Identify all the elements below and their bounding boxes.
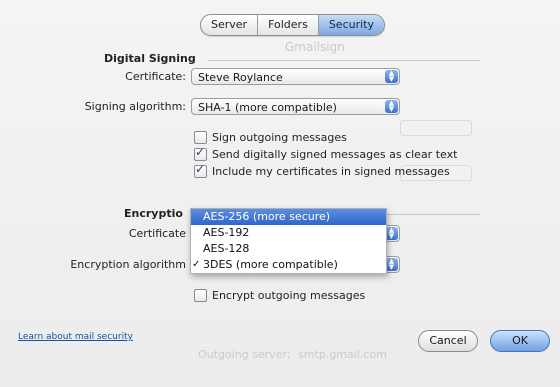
- checkbox-icon: [194, 289, 207, 302]
- encryption-title: Encryptio: [124, 207, 183, 220]
- encryption-algorithm-label: Encryption algorithm: [70, 258, 186, 271]
- ghost-label: Outgoing server:: [198, 348, 291, 361]
- clear-text-checkbox[interactable]: Send digitally signed messages as clear …: [194, 145, 458, 161]
- ok-button[interactable]: OK: [490, 330, 550, 352]
- popup-arrows-icon: ▲ ▼: [385, 70, 398, 83]
- cancel-button[interactable]: Cancel: [418, 330, 478, 352]
- checkbox-checked-icon: [194, 145, 207, 161]
- tab-folders[interactable]: Folders: [257, 15, 318, 35]
- menu-item-aes-128[interactable]: AES-128: [191, 241, 386, 257]
- tab-security[interactable]: Security: [317, 15, 384, 35]
- menu-item-label: 3DES (more compatible): [203, 258, 338, 271]
- menu-item-3des[interactable]: ✓ 3DES (more compatible): [191, 257, 386, 273]
- section-divider: [208, 60, 480, 61]
- signing-certificate-popup[interactable]: Steve Roylance ▲ ▼: [191, 68, 400, 85]
- learn-mail-security-link[interactable]: Learn about mail security: [18, 332, 133, 342]
- signing-certificate-label: Certificate:: [125, 70, 186, 83]
- ghost-heading: Gmailsign: [285, 40, 345, 54]
- checkbox-icon: [194, 131, 207, 144]
- tab-bar: Server Folders Security: [200, 14, 385, 36]
- checkbox-label: Encrypt outgoing messages: [212, 289, 366, 302]
- section-divider: [385, 214, 480, 215]
- checkbox-label: Sign outgoing messages: [212, 131, 347, 144]
- encryption-certificate-label: Certificate: [128, 227, 186, 240]
- digital-signing-title: Digital Signing: [104, 52, 196, 65]
- tab-server[interactable]: Server: [201, 15, 257, 35]
- menu-item-aes-192[interactable]: AES-192: [191, 225, 386, 241]
- encrypt-outgoing-checkbox[interactable]: Encrypt outgoing messages: [194, 289, 365, 302]
- popup-arrows-icon: ▲ ▼: [385, 100, 398, 113]
- signing-algorithm-label: Signing algorithm:: [84, 100, 186, 113]
- ghost-box: [400, 120, 472, 136]
- checkbox-label: Send digitally signed messages as clear …: [212, 148, 458, 161]
- checkbox-label: Include my certificates in signed messag…: [212, 165, 450, 178]
- signing-certificate-value: Steve Roylance: [198, 71, 283, 84]
- sign-outgoing-checkbox[interactable]: Sign outgoing messages: [194, 131, 347, 144]
- ghost-label: smtp.gmail.com: [298, 348, 387, 361]
- include-certificates-checkbox[interactable]: Include my certificates in signed messag…: [194, 162, 450, 178]
- checkmark-icon: ✓: [192, 259, 201, 270]
- menu-item-aes-256[interactable]: AES-256 (more secure): [191, 209, 386, 225]
- signing-algorithm-popup[interactable]: SHA-1 (more compatible) ▲ ▼: [191, 98, 400, 115]
- signing-algorithm-value: SHA-1 (more compatible): [198, 101, 337, 114]
- mail-security-sheet: Gmailsign Outgoing server: smtp.gmail.co…: [0, 0, 560, 387]
- checkbox-checked-icon: [194, 162, 207, 178]
- encryption-algorithm-menu: AES-256 (more secure) AES-192 AES-128 ✓ …: [190, 208, 387, 274]
